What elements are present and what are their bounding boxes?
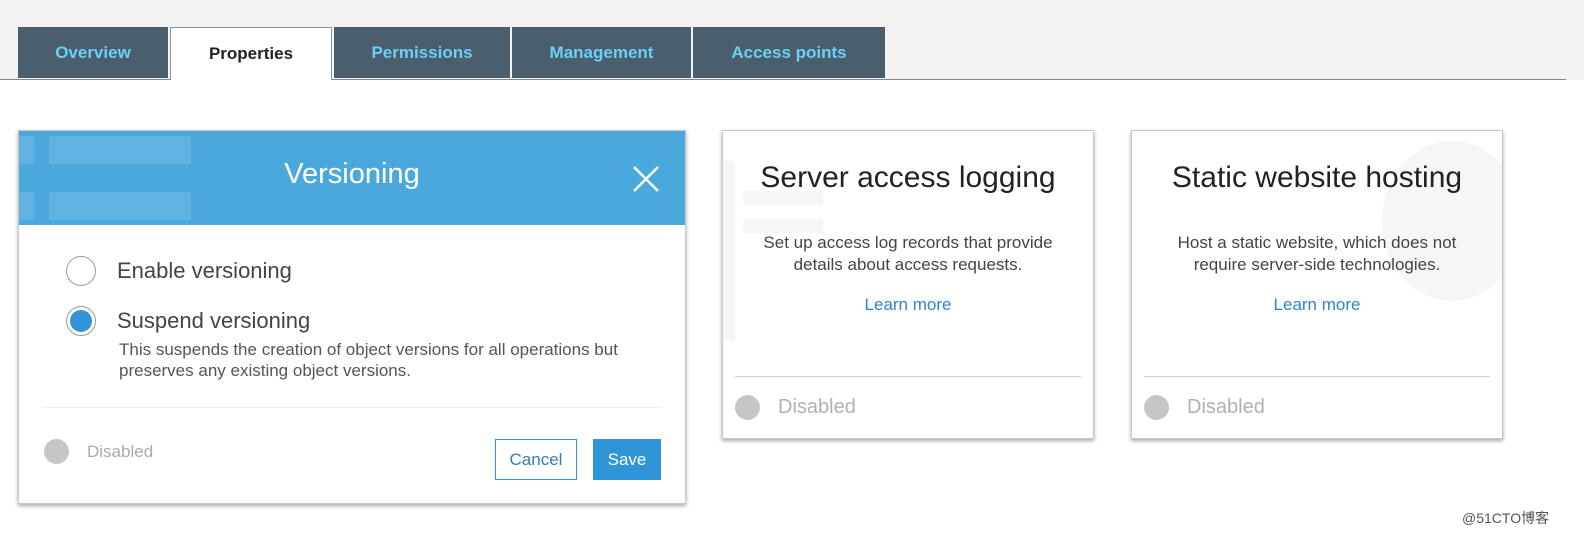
cancel-button[interactable]: Cancel (495, 439, 577, 480)
divider (43, 407, 661, 408)
status-dot-icon (735, 395, 760, 420)
learn-more-link[interactable]: Learn more (723, 295, 1093, 315)
background-placeholder (49, 192, 191, 220)
background-placeholder (19, 192, 35, 220)
status-text: Disabled (1187, 396, 1265, 418)
status-dot-icon (1144, 395, 1169, 420)
card-title: Static website hosting (1171, 161, 1463, 194)
enable-versioning-option[interactable]: Enable versioning (66, 256, 292, 286)
site-watermark: @51CTO博客 (1462, 510, 1550, 526)
versioning-title: Versioning (284, 158, 420, 190)
tab-bar: Overview Properties Permissions Manageme… (18, 27, 887, 80)
server-access-logging-card[interactable]: Server access logging Set up access log … (722, 130, 1094, 439)
suspend-versioning-radio[interactable] (66, 306, 96, 336)
enable-versioning-label: Enable versioning (117, 258, 292, 283)
save-button[interactable]: Save (593, 439, 661, 480)
status-text: Disabled (87, 441, 154, 461)
card-description: Set up access log records that provide d… (763, 233, 1053, 274)
card-watermark (743, 219, 823, 233)
tab-permissions[interactable]: Permissions (334, 27, 510, 78)
enable-versioning-radio[interactable] (66, 256, 96, 286)
close-icon[interactable] (631, 164, 661, 194)
card-status: Disabled (1144, 395, 1265, 420)
card-status: Disabled (735, 395, 856, 420)
status-dot-icon (44, 439, 69, 464)
suspend-versioning-description: This suspends the creation of object ver… (119, 340, 618, 380)
tab-overview[interactable]: Overview (18, 27, 168, 78)
suspend-versioning-option[interactable]: Suspend versioning (66, 306, 310, 336)
card-description: Host a static website, which does not re… (1177, 233, 1457, 274)
versioning-modal-header: Versioning (19, 131, 685, 225)
divider (735, 376, 1081, 377)
divider (1144, 376, 1490, 377)
versioning-status: Disabled (44, 439, 153, 464)
static-website-hosting-card[interactable]: Static website hosting Host a static web… (1131, 130, 1503, 439)
learn-more-link[interactable]: Learn more (1132, 295, 1502, 315)
card-title: Server access logging (760, 161, 1056, 194)
tab-properties[interactable]: Properties (170, 27, 332, 80)
suspend-versioning-label: Suspend versioning (117, 308, 311, 333)
tab-management[interactable]: Management (512, 27, 691, 78)
status-text: Disabled (778, 396, 856, 418)
tab-access-points[interactable]: Access points (693, 27, 885, 78)
versioning-modal: Versioning Enable versioning Suspend ver… (18, 130, 686, 504)
